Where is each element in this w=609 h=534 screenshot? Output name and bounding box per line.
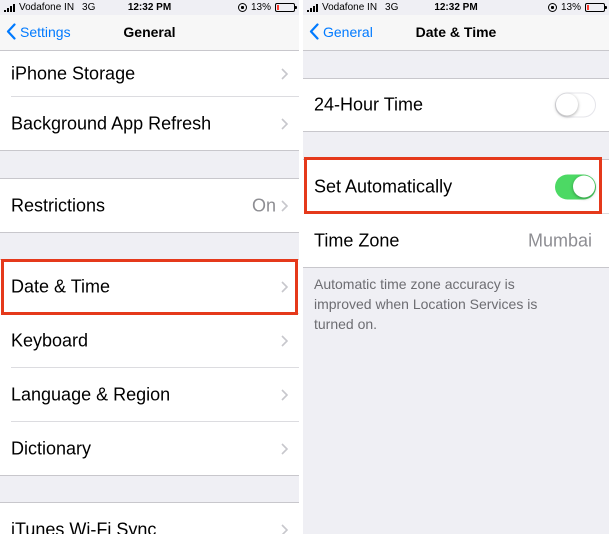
chevron-right-icon xyxy=(281,117,288,130)
battery-percent: 13% xyxy=(250,2,271,13)
back-button-settings[interactable]: Settings xyxy=(6,23,71,40)
row-label: 24-Hour Time xyxy=(314,94,424,115)
row-background-app-refresh[interactable]: Background App Refresh xyxy=(0,97,299,150)
battery-percent: 13% xyxy=(560,2,581,13)
24-hour-time-toggle[interactable] xyxy=(555,92,596,118)
navigation-bar: Settings General xyxy=(0,15,299,51)
row-itunes-wifi-sync[interactable]: iTunes Wi-Fi Sync xyxy=(0,503,299,534)
status-bar: Vodafone IN 3G 12:32 PM 13% xyxy=(0,0,299,15)
chevron-right-icon xyxy=(281,442,288,455)
row-label: Background App Refresh xyxy=(11,113,212,133)
row-label: iPhone Storage xyxy=(11,63,136,84)
toggle-knob xyxy=(573,175,595,198)
back-button-general[interactable]: General xyxy=(309,23,373,40)
chevron-right-icon xyxy=(281,335,288,347)
row-keyboard[interactable]: Keyboard xyxy=(0,314,299,368)
orientation-lock-icon xyxy=(547,3,557,12)
navigation-bar: General Date & Time xyxy=(303,15,609,51)
row-24-hour-time[interactable]: 24-Hour Time xyxy=(303,79,609,131)
date-time-settings-screen: Vodafone IN 3G 12:32 PM 13% General Date… xyxy=(303,0,609,534)
row-set-automatically[interactable]: Set Automatically xyxy=(303,160,609,214)
group-divider xyxy=(0,232,299,233)
row-value: On xyxy=(251,195,276,215)
row-value: Mumbai xyxy=(527,230,592,250)
row-label: Time Zone xyxy=(314,230,400,250)
chevron-left-icon xyxy=(6,23,16,40)
status-bar: Vodafone IN 3G 12:32 PM 13% xyxy=(303,0,609,15)
chevron-right-icon xyxy=(281,68,288,80)
row-date-time[interactable]: Date & Time xyxy=(0,260,299,314)
row-dictionary[interactable]: Dictionary xyxy=(0,422,299,475)
row-label: Language & Region xyxy=(11,384,171,405)
chevron-right-icon xyxy=(281,199,288,212)
chevron-right-icon xyxy=(281,524,288,534)
row-restrictions[interactable]: Restrictions On xyxy=(0,179,299,232)
row-language-region[interactable]: Language & Region xyxy=(0,368,299,422)
footnote-text: Automatic time zone accuracy is improved… xyxy=(314,276,538,332)
group-divider xyxy=(303,131,609,132)
set-automatically-toggle[interactable] xyxy=(555,174,596,200)
group-divider xyxy=(0,475,299,476)
orientation-lock-icon xyxy=(237,3,247,12)
toggle-knob xyxy=(556,93,578,116)
chevron-right-icon xyxy=(281,389,288,401)
group-divider xyxy=(0,150,299,151)
battery-icon xyxy=(275,3,297,12)
chevron-right-icon xyxy=(281,281,288,293)
row-time-zone[interactable]: Time Zone Mumbai xyxy=(303,214,609,267)
back-button-label: Settings xyxy=(20,23,71,40)
group-divider xyxy=(303,267,609,268)
row-label: Restrictions xyxy=(11,195,106,215)
row-label: Date & Time xyxy=(11,276,111,297)
battery-icon xyxy=(585,3,607,12)
row-label: Keyboard xyxy=(11,330,89,351)
general-settings-screen: Vodafone IN 3G 12:32 PM 13% Settings Gen… xyxy=(0,0,299,534)
row-label: iTunes Wi-Fi Sync xyxy=(11,519,157,534)
back-button-label: General xyxy=(323,23,373,40)
row-label: Set Automatically xyxy=(314,176,453,197)
row-label: Dictionary xyxy=(11,438,92,458)
chevron-left-icon xyxy=(309,23,319,40)
row-iphone-storage[interactable]: iPhone Storage xyxy=(0,51,299,97)
